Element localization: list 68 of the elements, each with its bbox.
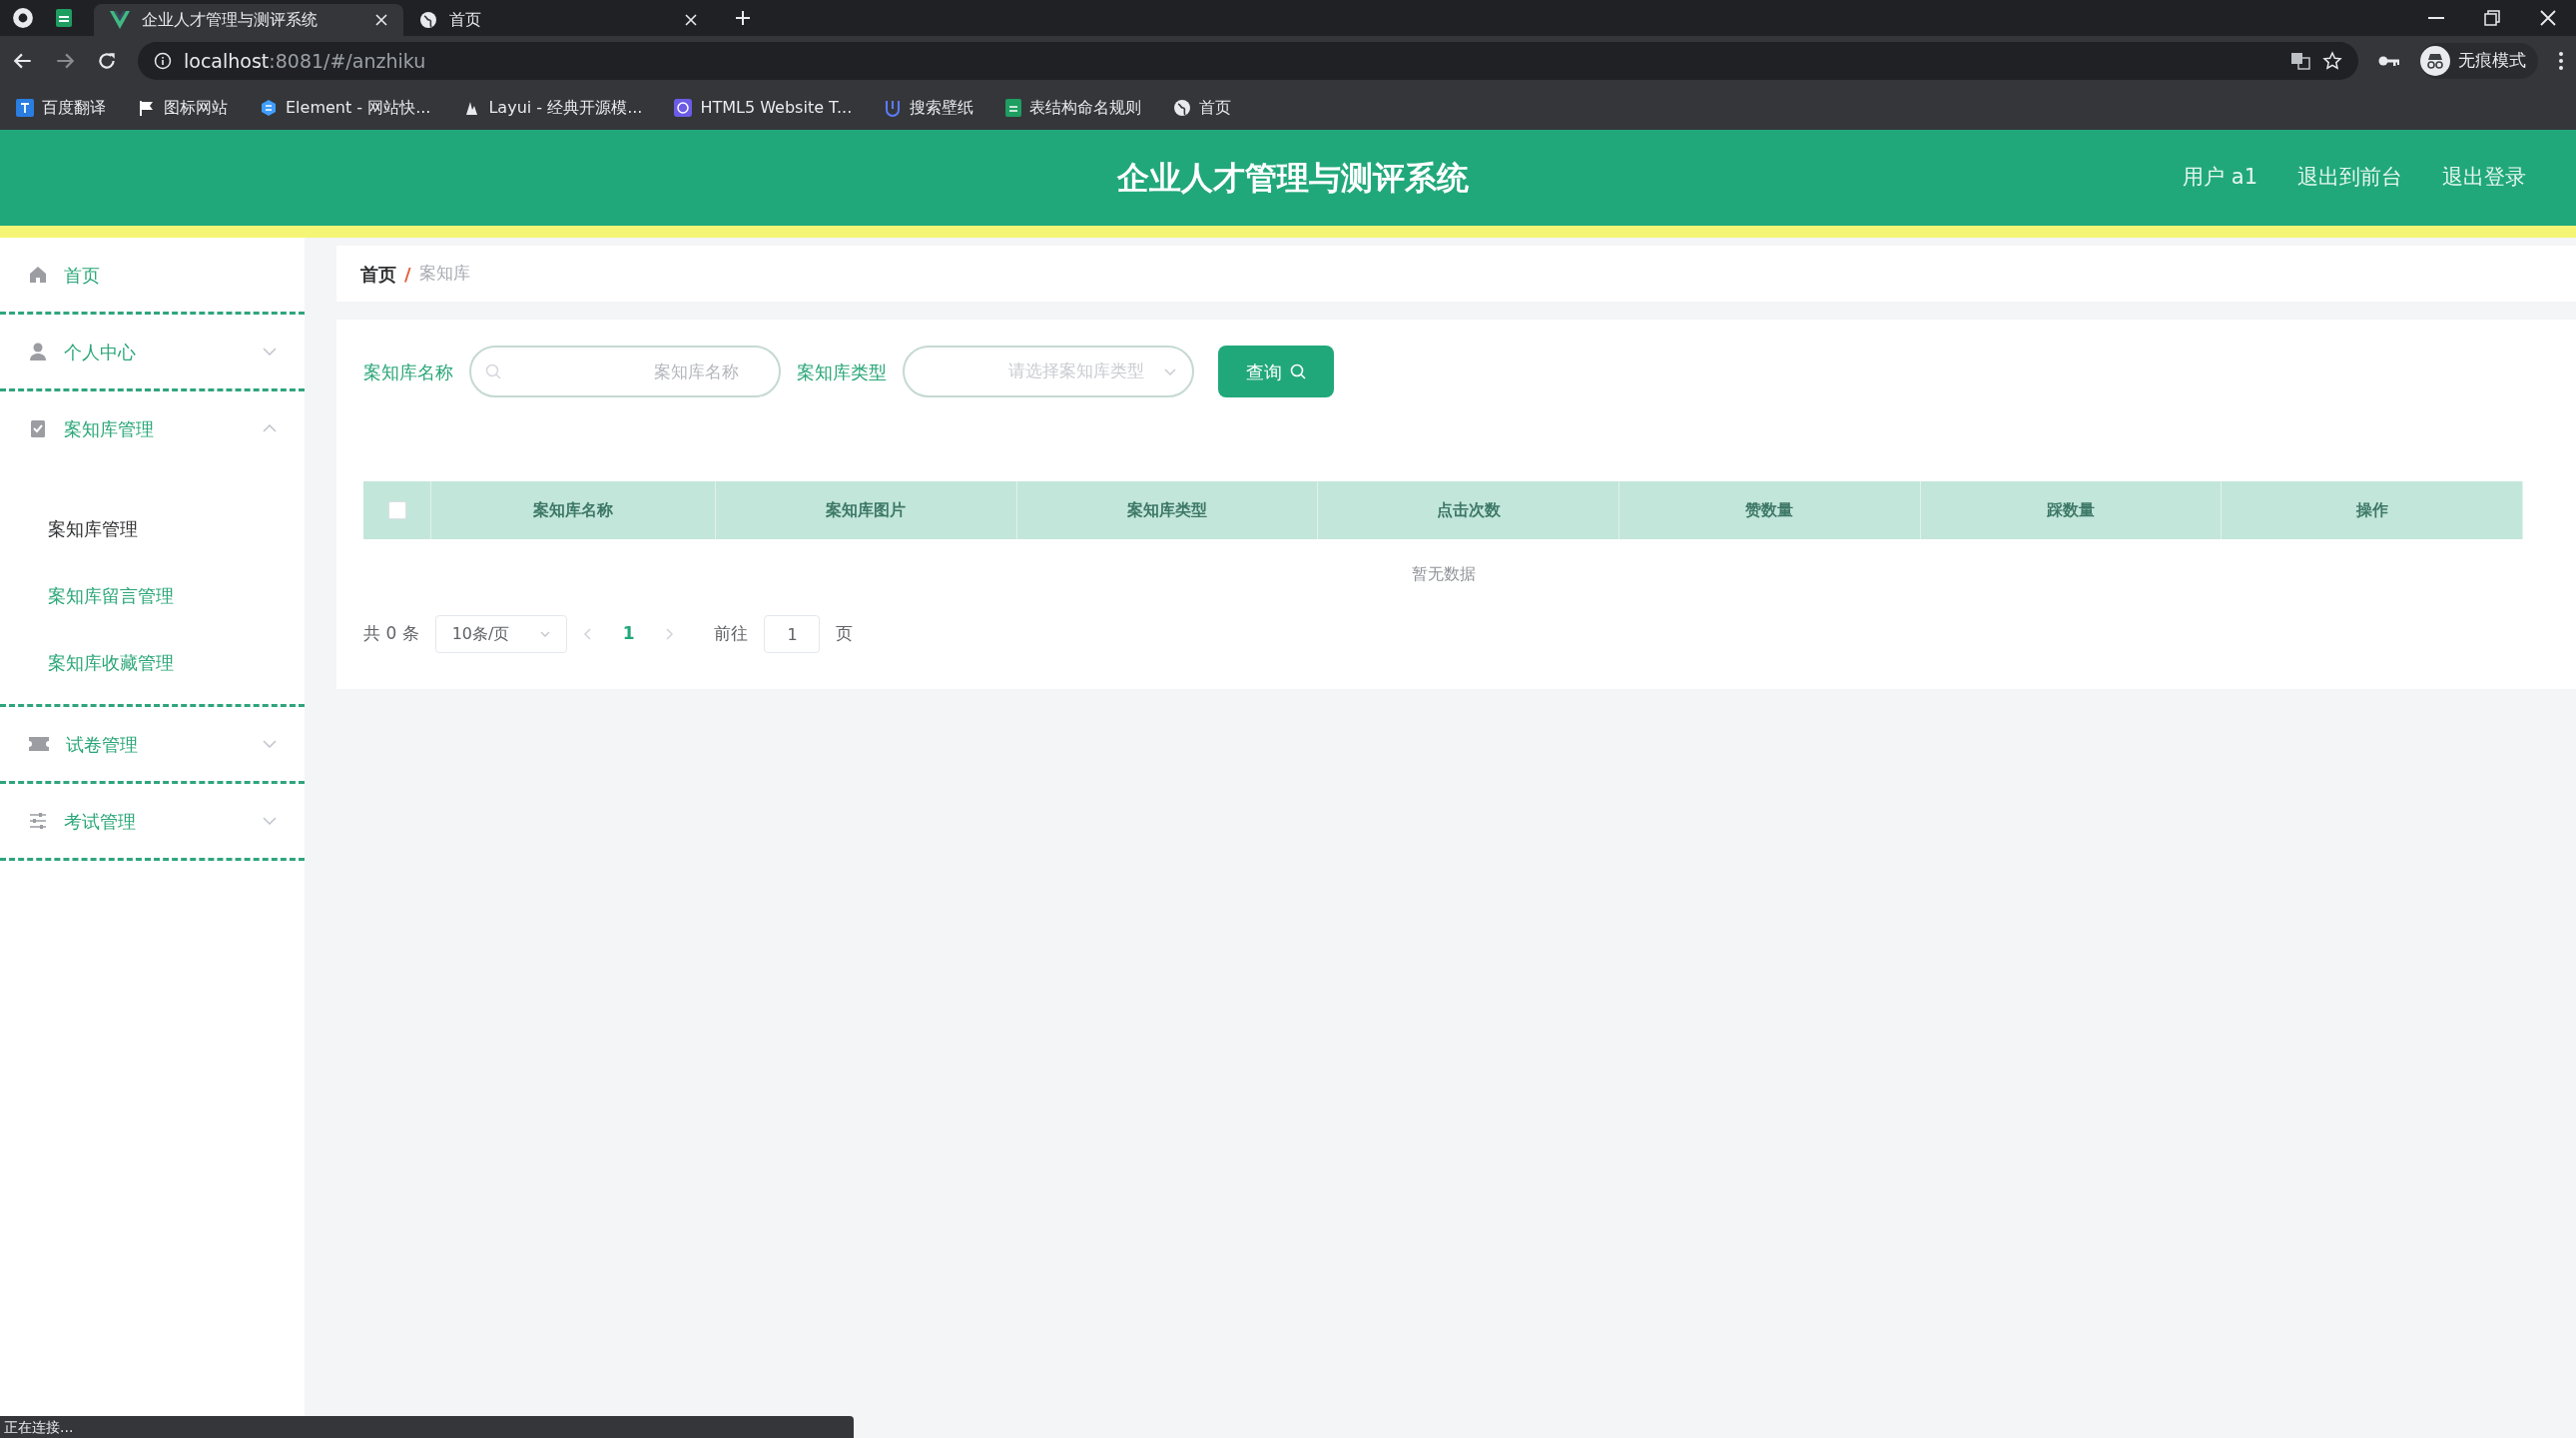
sheet-icon [1005,99,1022,117]
app-title: 企业人才管理与测评系统 [1117,158,1469,199]
search-field[interactable]: 案知库名称 [469,346,781,397]
hexagon-icon [260,99,278,117]
bookmark[interactable]: Layui - 经典开源模... [458,92,647,124]
column-header: 操作 [2355,499,2388,521]
star-icon[interactable] [2322,51,2342,71]
submenu-item[interactable]: 案知库管理 [0,495,305,562]
column-header: 案知库名称 [533,499,613,521]
column-header: 踩数量 [2047,499,2095,521]
ticket-icon [28,735,50,753]
sheet-icon[interactable] [54,8,74,28]
column-header: 点击次数 [1436,499,1501,521]
bookmark[interactable]: HTML5 Website T... [670,92,857,124]
checkbox[interactable] [387,501,406,519]
bookmark[interactable]: 百度翻译 [12,92,110,124]
plus-icon [734,9,752,27]
menu-icon[interactable] [2558,51,2564,71]
breadcrumb-item[interactable]: 首页 [360,260,396,288]
info-icon[interactable] [154,52,172,70]
goto-label: 前往 [714,622,749,646]
clipboard-icon [28,418,48,438]
url-text: localhost:8081/#/anzhiku [184,48,426,74]
bookmark[interactable]: 搜索壁纸 [880,92,978,124]
chevron-down-icon [539,631,550,637]
v-logo-icon [110,11,130,29]
incognito-icon [2420,46,2450,76]
user-icon [28,342,48,361]
close-tab-icon[interactable] [375,14,387,26]
bookmark[interactable]: 表结构命名规则 [1001,92,1146,124]
address-bar[interactable]: localhost:8081/#/anzhiku [138,42,2358,80]
field-label: 案知库名称 [363,360,453,384]
column-header: 赞数量 [1745,499,1794,521]
browser-logo-icon[interactable] [12,7,34,29]
key-icon[interactable] [2378,54,2400,68]
sliders-icon [28,811,48,831]
incognito-badge[interactable]: 无痕模式 [2420,43,2538,79]
column-header: 案知库类型 [1127,499,1207,521]
page-suffix: 页 [836,622,854,646]
u-shape-icon [884,99,903,117]
close-icon[interactable] [2540,10,2556,26]
breadcrumb-separator: / [404,262,411,287]
page-size-select[interactable]: 10条/页 [434,615,567,653]
bookmark[interactable]: 图标网站 [134,92,232,124]
flag-icon [138,99,156,117]
globe-icon [419,11,437,29]
translate-icon [16,99,34,117]
browser-tab[interactable]: 企业人才管理与测评系统 [94,4,403,36]
search-icon [485,363,501,379]
incognito-label: 无痕模式 [2458,49,2526,73]
reload-icon[interactable] [96,50,118,72]
empty-text: 暂无数据 [1411,563,1476,585]
breadcrumb-item: 案知库 [418,262,470,286]
page-input[interactable]: 1 [764,615,821,653]
home-icon [28,265,48,285]
restore-icon[interactable] [2484,10,2500,26]
translate-icon[interactable] [2290,51,2310,71]
total-count: 共 0 条 [363,622,419,646]
column-header: 案知库图片 [826,499,907,521]
field-label: 案知库类型 [797,360,887,384]
globe-icon [1173,99,1192,117]
chevron-down-icon [1164,367,1176,375]
status-text: 正在连接... [4,1417,74,1437]
search-icon [1290,363,1306,379]
close-tab-icon[interactable] [685,14,697,26]
bookmark[interactable]: 首页 [1169,92,1236,124]
bookmark[interactable]: Element - 网站快... [256,92,435,124]
browser-tab[interactable]: 首页 [403,4,713,36]
